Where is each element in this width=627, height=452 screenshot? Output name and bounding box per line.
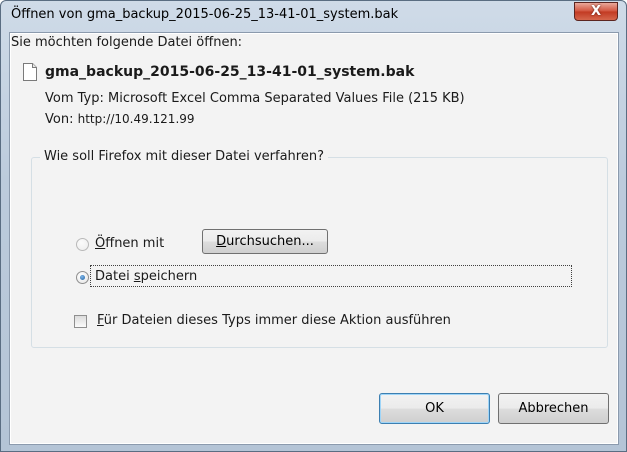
file-type-line: Vom Typ: Microsoft Excel Comma Separated… (45, 91, 465, 106)
dialog-window: Öffnen von gma_backup_2015-06-25_13-41-0… (0, 0, 627, 452)
always-do-label-accesskey: F (97, 313, 104, 328)
open-with-label[interactable]: Öffnen mit (95, 236, 164, 251)
file-source-url: http://10.49.121.99 (77, 112, 195, 126)
action-group-legend: Wie soll Firefox mit dieser Datei verfah… (40, 149, 328, 164)
open-with-radio[interactable] (76, 238, 89, 251)
open-with-label-accesskey: Ö (95, 236, 106, 251)
browse-button[interactable]: Durchsuchen... (202, 229, 328, 254)
always-do-label[interactable]: Für Dateien dieses Typs immer diese Akti… (97, 313, 451, 328)
close-icon: X (590, 4, 602, 19)
document-icon (23, 63, 37, 81)
browse-button-accesskey: D (216, 234, 227, 249)
file-source-line: Von: http://10.49.121.99 (45, 112, 195, 127)
file-source-label: Von: (45, 112, 74, 127)
window-title: Öffnen von gma_backup_2015-06-25_13-41-0… (11, 7, 399, 22)
open-with-label-text: ffnen mit (105, 236, 165, 251)
file-name: gma_backup_2015-06-25_13-41-01_system.ba… (45, 64, 415, 80)
save-file-label[interactable]: Datei speichern (95, 269, 197, 284)
file-type-label: Vom Typ: (45, 91, 104, 106)
save-file-label-text: peichern (140, 269, 198, 284)
save-file-label-pre: Datei (95, 269, 134, 284)
ok-button[interactable]: OK (379, 393, 490, 424)
cancel-button[interactable]: Abbrechen (498, 393, 609, 424)
save-file-label-accesskey: s (133, 269, 141, 284)
close-button[interactable]: X (574, 2, 618, 21)
save-file-radio[interactable] (76, 271, 89, 284)
open-prompt: Sie möchten folgende Datei öffnen: (11, 35, 243, 50)
title-bar[interactable]: Öffnen von gma_backup_2015-06-25_13-41-0… (1, 1, 626, 31)
always-do-label-text: ür Dateien dieses Typs immer diese Aktio… (103, 313, 451, 328)
file-type-value: Microsoft Excel Comma Separated Values F… (108, 91, 465, 106)
browse-button-label: urchsuchen... (226, 234, 314, 249)
always-do-checkbox[interactable] (74, 315, 87, 328)
